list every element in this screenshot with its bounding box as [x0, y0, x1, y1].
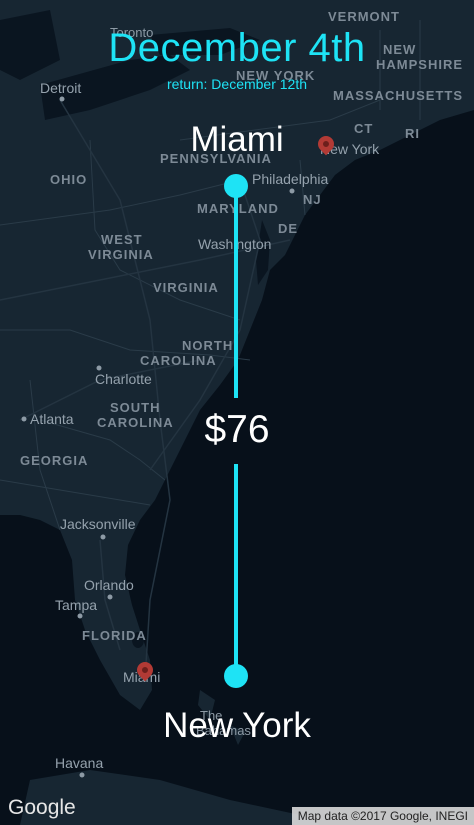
destination-dot: [224, 664, 248, 688]
city-dot-charlotte: [96, 365, 102, 371]
map-label-west-virginia-1: WEST: [101, 232, 143, 247]
city-dot-tampa: [77, 613, 83, 619]
map-label-georgia: GEORGIA: [20, 453, 88, 468]
map-label-north-carolina-1: NORTH: [182, 338, 233, 353]
destination-city: New York: [163, 706, 311, 745]
map-label-virginia: VIRGINIA: [153, 280, 219, 295]
map-label-tampa: Tampa: [55, 597, 97, 613]
route-line-top: [234, 186, 238, 398]
google-logo: Google: [8, 796, 76, 819]
origin-city: Miami: [190, 120, 284, 159]
map-label-jacksonville: Jacksonville: [60, 516, 136, 532]
map-label-florida: FLORIDA: [82, 628, 147, 643]
map-attribution[interactable]: Map data ©2017 Google, INEGI: [291, 807, 474, 825]
origin-dot: [224, 174, 248, 198]
city-dot-havana: [79, 772, 85, 778]
map-label-west-virginia-2: VIRGINIA: [88, 247, 154, 262]
map-label-vermont: VERMONT: [328, 9, 400, 24]
city-dot-detroit: [59, 96, 65, 102]
fare-price[interactable]: $76: [0, 408, 474, 452]
app-root: Toronto VERMONT NEW HAMPSHIRE NEW YORK D…: [0, 0, 474, 825]
return-date[interactable]: return: December 12th: [0, 76, 474, 92]
city-dot-philadelphia: [289, 188, 295, 194]
map-label-philadelphia: Philadelphia: [252, 171, 328, 187]
route-line-bottom: [234, 464, 238, 676]
map-label-north-carolina-2: CAROLINA: [140, 353, 217, 368]
city-dot-orlando: [107, 594, 113, 600]
departure-date[interactable]: December 4th: [0, 26, 474, 71]
map-label-de: DE: [278, 221, 298, 236]
map-label-nj: NJ: [303, 192, 322, 207]
map-label-charlotte: Charlotte: [95, 371, 152, 387]
city-dot-jacksonville: [100, 534, 106, 540]
map-label-havana: Havana: [55, 755, 103, 771]
map-label-ohio: OHIO: [50, 172, 87, 187]
map-label-orlando: Orlando: [84, 577, 134, 593]
